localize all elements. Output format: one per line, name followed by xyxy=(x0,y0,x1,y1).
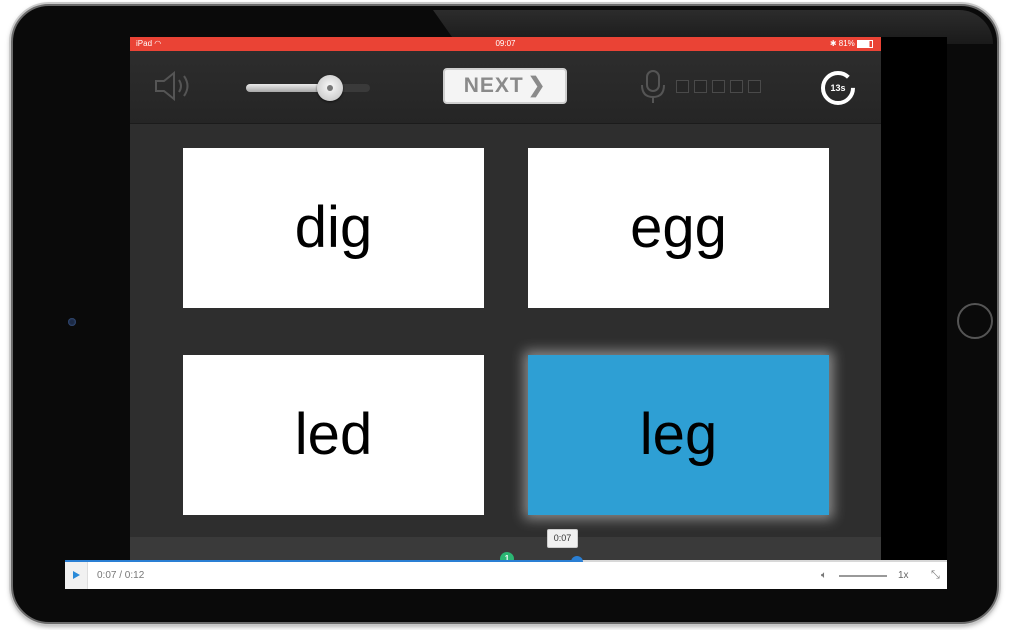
answer-card[interactable]: led xyxy=(183,355,484,515)
microphone-icon[interactable] xyxy=(639,69,667,105)
next-label: NEXT xyxy=(463,74,524,97)
next-button[interactable]: NEXT ❯ xyxy=(443,68,567,104)
volume-slider-knob[interactable] xyxy=(317,75,344,101)
play-button[interactable] xyxy=(65,562,88,589)
app-screen: iPad ◠ 09:07 ✱ 81% NEXT ❯ 13s dig egg le… xyxy=(130,37,881,562)
fullscreen-exit-icon[interactable]: ⤡ xyxy=(931,569,940,582)
timer-label: 13s xyxy=(830,83,846,93)
speaker-icon[interactable] xyxy=(152,71,196,101)
mic-level-box xyxy=(712,80,725,93)
seek-tooltip: 0:07 xyxy=(547,529,578,548)
volume-icon[interactable]: 🔈︎ xyxy=(821,570,827,581)
card-word: leg xyxy=(639,402,718,467)
front-camera xyxy=(68,318,76,326)
status-bar: iPad ◠ 09:07 ✱ 81% xyxy=(130,37,881,51)
battery-icon xyxy=(857,39,873,48)
card-word: led xyxy=(294,402,373,467)
home-button[interactable] xyxy=(957,303,993,339)
screen-letterbox xyxy=(881,37,947,562)
time-display: 0:07 / 0:12 xyxy=(97,570,145,581)
answer-card-selected[interactable]: leg xyxy=(528,355,829,515)
toolbar: NEXT ❯ 13s xyxy=(130,51,881,124)
volume-bar[interactable] xyxy=(839,575,887,577)
playback-speed[interactable]: 1x xyxy=(898,562,909,589)
answer-card[interactable]: egg xyxy=(528,148,829,308)
status-battery: ✱ 81% xyxy=(830,37,873,51)
mic-level-box xyxy=(676,80,689,93)
volume-slider[interactable] xyxy=(246,75,370,101)
chevron-right-icon: ❯ xyxy=(527,74,547,97)
answer-card[interactable]: dig xyxy=(183,148,484,308)
mic-level-meter xyxy=(676,80,766,98)
mic-level-box xyxy=(694,80,707,93)
card-word: egg xyxy=(630,195,727,260)
mic-level-box xyxy=(730,80,743,93)
status-time: 09:07 xyxy=(495,39,516,48)
video-player-controls: 0:07 / 0:12 🔈︎ 1x ⤡ xyxy=(65,562,947,589)
card-word: dig xyxy=(294,195,373,260)
mic-level-box xyxy=(748,80,761,93)
